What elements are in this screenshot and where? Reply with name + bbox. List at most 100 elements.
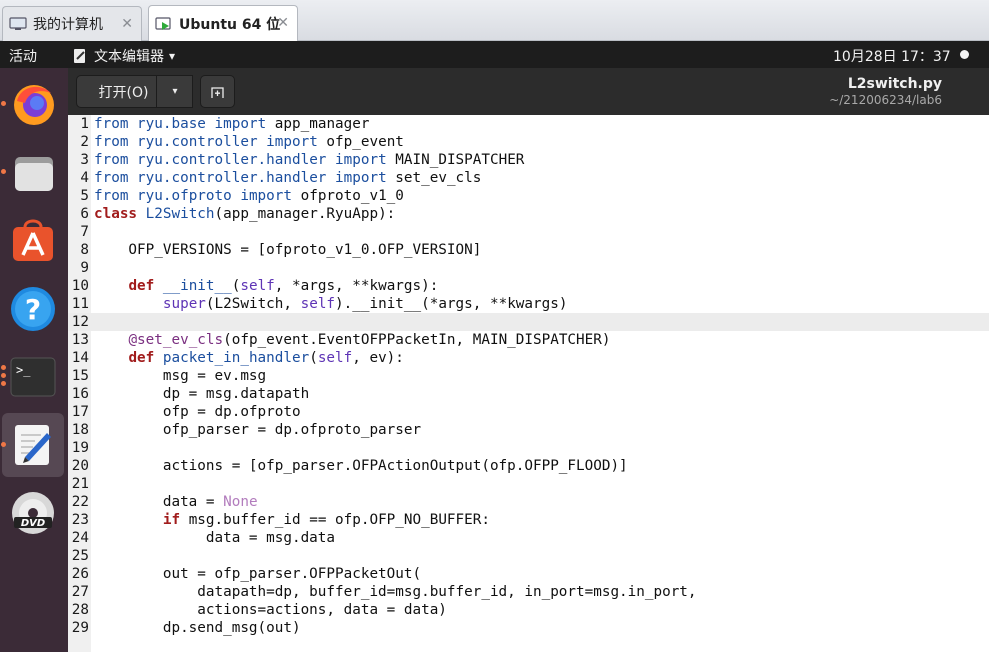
code-text: dp = msg.datapath xyxy=(94,386,310,402)
terminal-icon: >_ xyxy=(10,357,56,397)
chevron-down-icon: ▾ xyxy=(169,49,176,63)
dock-files[interactable] xyxy=(0,141,68,205)
code-line[interactable]: 4 from ryu.controller.handler import set_… xyxy=(68,169,989,187)
code-line[interactable]: 12 xyxy=(68,313,989,331)
line-number: 8 xyxy=(80,242,89,258)
code-line[interactable]: 18 ofp_parser = dp.ofproto_parser xyxy=(68,421,989,439)
code-line[interactable]: 5 from ryu.ofproto import ofproto_v1_0 xyxy=(68,187,989,205)
close-icon[interactable]: ✕ xyxy=(121,16,133,32)
running-indicator xyxy=(1,442,6,447)
code-editor[interactable]: 1 from ryu.base import app_manager 2 from r… xyxy=(68,115,989,652)
line-number: 22 xyxy=(71,494,89,510)
code-text: actions=actions, data = data) xyxy=(94,602,447,618)
new-tab-icon xyxy=(210,86,224,98)
code-text: from ryu.controller.handler import MAIN_… xyxy=(94,152,525,168)
line-number: 19 xyxy=(71,440,89,456)
code-text: from ryu.controller import ofp_event xyxy=(94,134,404,150)
code-line[interactable]: 16 dp = msg.datapath xyxy=(68,385,989,403)
code-text: actions = [ofp_parser.OFPActionOutput(of… xyxy=(94,458,628,474)
code-line[interactable]: 26 out = ofp_parser.OFPPacketOut( xyxy=(68,565,989,583)
svg-text:?: ? xyxy=(25,293,41,326)
code-text: class L2Switch(app_manager.RyuApp): xyxy=(94,206,396,222)
vm-tab-label: Ubuntu 64 位 xyxy=(179,16,281,33)
code-line[interactable]: 10 def __init__(self, *args, **kwargs): xyxy=(68,277,989,295)
dvd-icon: DVD xyxy=(12,492,54,534)
line-number: 27 xyxy=(71,584,89,600)
running-indicator xyxy=(1,169,6,174)
gnome-top-bar: 活动 文本编辑器 ▾ 10月28日 17：37 xyxy=(0,41,989,68)
vm-running-icon xyxy=(155,16,173,31)
code-text: data = msg.data xyxy=(94,530,336,546)
dock-dvd[interactable]: DVD xyxy=(0,481,68,545)
code-line[interactable]: 13 @set_ev_cls(ofp_event.EventOFPPacketI… xyxy=(68,331,989,349)
line-number: 21 xyxy=(71,476,89,492)
code-line[interactable]: 11 super(L2Switch, self).__init__(*args,… xyxy=(68,295,989,313)
vm-tab-ubuntu[interactable]: Ubuntu 64 位 ✕ xyxy=(148,5,298,41)
code-line[interactable]: 25 xyxy=(68,547,989,565)
line-number: 5 xyxy=(80,188,89,204)
line-number: 25 xyxy=(71,548,89,564)
code-line[interactable]: 3 from ryu.controller.handler import MAIN… xyxy=(68,151,989,169)
line-number: 2 xyxy=(80,134,89,150)
new-document-button[interactable] xyxy=(200,75,235,108)
code-text: dp.send_msg(out) xyxy=(94,620,301,636)
code-line[interactable]: 8 OFP_VERSIONS = [ofproto_v1_0.OFP_VERSI… xyxy=(68,241,989,259)
dock-software[interactable] xyxy=(0,209,68,273)
code-line[interactable]: 27 datapath=dp, buffer_id=msg.buffer_id,… xyxy=(68,583,989,601)
code-text: super(L2Switch, self).__init__(*args, **… xyxy=(162,296,568,312)
code-line[interactable]: 29 dp.send_msg(out) xyxy=(68,619,989,637)
system-status-icon[interactable] xyxy=(960,50,969,59)
document-path: ~/212006234/lab6 xyxy=(829,93,942,107)
open-menu-button[interactable]: ▾ xyxy=(156,75,193,108)
code-text: data = None xyxy=(94,494,258,510)
running-indicator xyxy=(1,381,6,386)
code-text: ofp_parser = dp.ofproto_parser xyxy=(94,422,422,438)
code-line[interactable]: 19 xyxy=(68,439,989,457)
app-menu[interactable]: 文本编辑器 ▾ xyxy=(72,46,175,66)
code-line[interactable]: 1 from ryu.base import app_manager xyxy=(68,115,989,133)
line-number: 20 xyxy=(71,458,89,474)
code-line[interactable]: 21 xyxy=(68,475,989,493)
line-number: 11 xyxy=(71,296,89,312)
code-line[interactable]: 23 if msg.buffer_id == ofp.OFP_NO_BUFFER… xyxy=(68,511,989,529)
code-line[interactable]: 22 data = None xyxy=(68,493,989,511)
code-line[interactable]: 6 class L2Switch(app_manager.RyuApp): xyxy=(68,205,989,223)
code-line[interactable]: 15 msg = ev.msg xyxy=(68,367,989,385)
code-text: ofp = dp.ofproto xyxy=(94,404,301,420)
line-number: 26 xyxy=(71,566,89,582)
activities-button[interactable]: 活动 xyxy=(9,46,37,66)
line-number: 7 xyxy=(80,224,89,240)
computer-icon xyxy=(9,17,27,31)
header-bar: 打开(O) ▾ L2switch.py ~/212006234/lab6 xyxy=(68,68,989,115)
code-line[interactable]: 24 data = msg.data xyxy=(68,529,989,547)
line-number: 18 xyxy=(71,422,89,438)
code-line[interactable]: 9 xyxy=(68,259,989,277)
chevron-down-icon: ▾ xyxy=(172,86,178,97)
document-title: L2switch.py xyxy=(847,76,942,92)
line-number: 9 xyxy=(80,260,89,276)
close-icon[interactable]: ✕ xyxy=(277,15,289,31)
vm-tab-my-computer[interactable]: 我的计算机 ✕ xyxy=(2,6,142,41)
code-line[interactable]: 14 def packet_in_handler(self, ev): xyxy=(68,349,989,367)
svg-text:DVD: DVD xyxy=(21,518,45,529)
code-line[interactable]: 28 actions=actions, data = data) xyxy=(68,601,989,619)
code-text: out = ofp_parser.OFPPacketOut( xyxy=(94,566,422,582)
help-icon: ? xyxy=(11,287,55,331)
dock-terminal[interactable]: >_ xyxy=(0,345,68,409)
dock-firefox[interactable] xyxy=(0,72,68,136)
dock-text-editor[interactable] xyxy=(1,413,64,477)
code-text: def packet_in_handler(self, ev): xyxy=(128,350,404,366)
code-line[interactable]: 2 from ryu.controller import ofp_event xyxy=(68,133,989,151)
running-indicator xyxy=(1,365,6,370)
line-number: 13 xyxy=(71,332,89,348)
line-number: 15 xyxy=(71,368,89,384)
line-number: 10 xyxy=(71,278,89,294)
clock[interactable]: 10月28日 17：37 xyxy=(833,46,951,66)
vm-tab-label: 我的计算机 xyxy=(33,17,103,33)
files-icon xyxy=(15,157,53,191)
code-line[interactable]: 20 actions = [ofp_parser.OFPActionOutput… xyxy=(68,457,989,475)
code-line[interactable]: 7 xyxy=(68,223,989,241)
dock-help[interactable]: ? xyxy=(0,277,68,341)
code-area[interactable]: 1 from ryu.base import app_manager 2 from r… xyxy=(68,115,989,637)
code-line[interactable]: 17 ofp = dp.ofproto xyxy=(68,403,989,421)
